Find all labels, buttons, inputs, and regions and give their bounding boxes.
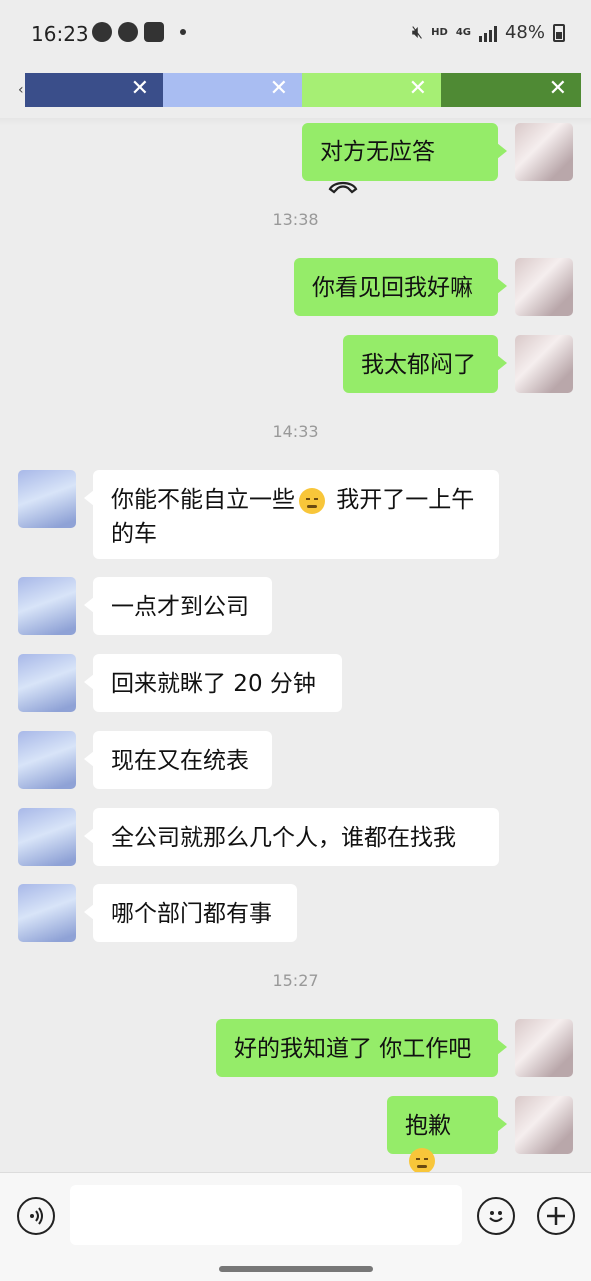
voice-icon	[30, 1207, 43, 1225]
contact-avatar[interactable]	[18, 731, 76, 789]
message-text: 一点才到公司	[111, 594, 249, 620]
header-divider	[0, 118, 591, 126]
message-text: 你看见回我好嘛	[312, 275, 473, 301]
message-bubble-me[interactable]: 我太郁闷了	[343, 335, 507, 393]
status-time: 16:23	[31, 22, 89, 46]
home-indicator[interactable]	[219, 1266, 373, 1272]
message-bubble-them[interactable]: 回来就眯了 20 分钟	[84, 654, 342, 712]
more-notifications-dot	[180, 29, 186, 35]
my-avatar[interactable]	[515, 123, 573, 181]
message-text: 抱歉	[405, 1113, 451, 1139]
message-text: 现在又在统表	[111, 748, 249, 774]
message-text: 全公司就那么几个人，谁都在找我	[111, 825, 456, 851]
color-tab-1[interactable]: ✕	[25, 73, 163, 107]
emoji-icon	[489, 1211, 503, 1223]
message-text: 好的我知道了 你工作吧	[234, 1036, 472, 1062]
call-status-text: 对方无应答	[320, 139, 435, 165]
tab-bar-right-edge	[581, 73, 591, 107]
close-icon[interactable]: ✕	[131, 76, 149, 101]
message-bubble-me[interactable]: 好的我知道了 你工作吧	[216, 1019, 507, 1077]
phone-hangup-icon	[328, 181, 358, 193]
message-bubble-me[interactable]: 抱歉	[387, 1096, 507, 1174]
battery-percent: 48%	[504, 22, 545, 43]
message-bubble-them[interactable]: 哪个部门都有事	[84, 884, 297, 942]
voice-input-button[interactable]	[17, 1197, 55, 1235]
contact-avatar[interactable]	[18, 654, 76, 712]
my-avatar[interactable]	[515, 1019, 573, 1077]
message-bubble-them[interactable]: 现在又在统表	[84, 731, 272, 789]
contact-avatar[interactable]	[18, 884, 76, 942]
plus-icon	[547, 1207, 565, 1225]
color-tab-3[interactable]: ✕	[302, 73, 441, 107]
message-text: 回来就眯了 20 分钟	[111, 671, 316, 697]
battery-icon	[553, 23, 565, 42]
network-type-label: 4G	[455, 27, 471, 38]
app-notification-icon	[118, 22, 138, 42]
signal-icon	[478, 24, 497, 42]
notification-icons	[92, 22, 186, 42]
timestamp: 14:33	[272, 422, 319, 441]
system-indicators: 🔇︎ HD 4G 48%	[412, 22, 565, 43]
close-icon[interactable]: ✕	[270, 76, 288, 101]
contact-avatar[interactable]	[18, 470, 76, 528]
message-text: 你能不能自立一些	[111, 487, 295, 513]
color-tab-4[interactable]: ✕	[441, 73, 581, 107]
my-avatar[interactable]	[515, 258, 573, 316]
message-bubble-them[interactable]: 一点才到公司	[84, 577, 272, 635]
tab-bar-left-edge: ‹	[0, 73, 25, 107]
status-bar: 16:23 🔇︎ HD 4G 48%	[0, 0, 591, 68]
laughing-tears-emoji	[409, 1147, 435, 1174]
my-avatar[interactable]	[515, 335, 573, 393]
more-options-button[interactable]	[537, 1197, 575, 1235]
sleepy-face-emoji	[299, 487, 325, 514]
emoji-button[interactable]	[477, 1197, 515, 1235]
message-text: 哪个部门都有事	[111, 901, 272, 927]
contact-avatar[interactable]	[18, 808, 76, 866]
message-bubble-them[interactable]: 全公司就那么几个人，谁都在找我	[84, 808, 499, 866]
hd-label: HD	[431, 27, 448, 38]
message-notification-icon	[92, 22, 112, 42]
checkbox-notification-icon	[144, 22, 164, 42]
mute-icon: 🔇︎	[411, 22, 424, 43]
contact-avatar[interactable]	[18, 577, 76, 635]
message-bubble-me[interactable]: 你看见回我好嘛	[294, 258, 507, 316]
color-tab-2[interactable]: ✕	[163, 73, 302, 107]
close-icon[interactable]: ✕	[409, 76, 427, 101]
back-chevron-icon[interactable]: ‹	[18, 82, 24, 98]
timestamp: 15:27	[272, 971, 319, 990]
message-text: 我太郁闷了	[361, 352, 476, 378]
message-input[interactable]	[70, 1185, 462, 1245]
my-avatar[interactable]	[515, 1096, 573, 1154]
color-tab-bar: ‹ ✕ ✕ ✕ ✕	[0, 73, 591, 107]
timestamp: 13:38	[272, 210, 319, 229]
message-bubble-me[interactable]: 对方无应答	[302, 123, 507, 193]
input-bar	[0, 1172, 591, 1281]
close-icon[interactable]: ✕	[549, 76, 567, 101]
message-bubble-them[interactable]: 你能不能自立一些 我开了一上午的车	[84, 470, 499, 559]
